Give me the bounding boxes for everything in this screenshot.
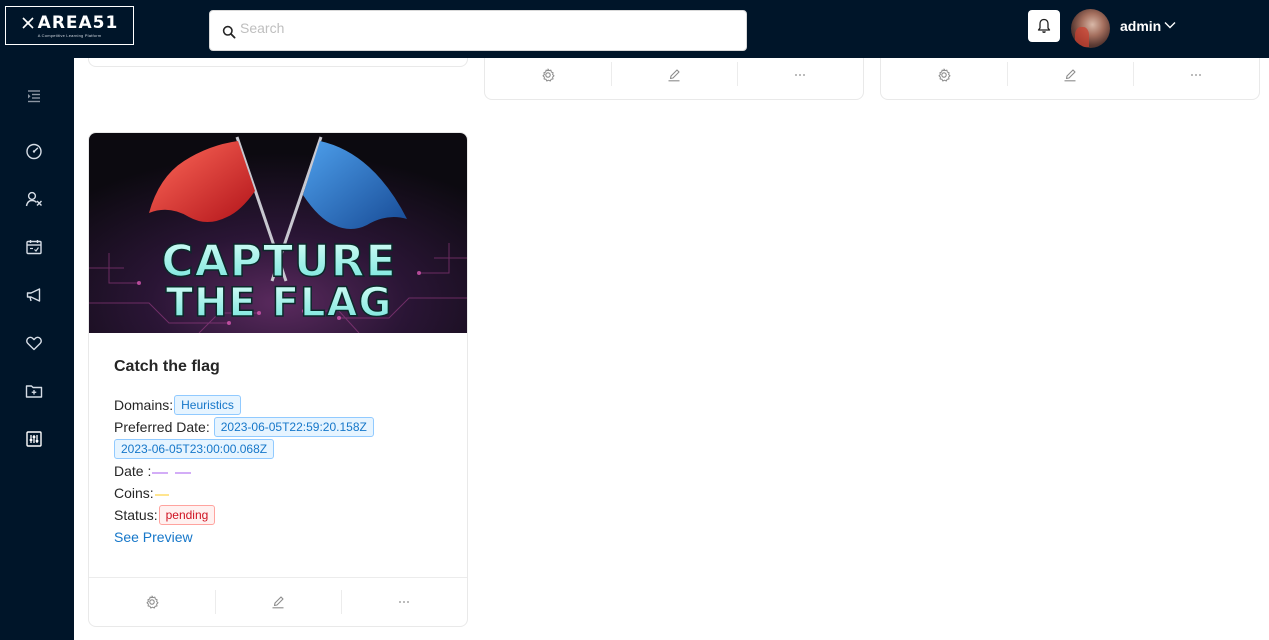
- main-content: CAPTURE THE FLAG Catch the flag Domains:…: [74, 58, 1269, 640]
- brand-tagline: A Competitive Learning Platform: [37, 32, 102, 38]
- bell-icon: [1037, 18, 1051, 33]
- card-cover-image[interactable]: CAPTURE THE FLAG: [89, 133, 468, 333]
- avatar[interactable]: [1071, 9, 1110, 48]
- gear-icon: [542, 68, 555, 81]
- card-actions: [881, 58, 1259, 99]
- date-label: Date :: [114, 463, 152, 479]
- status-row: Status: pending: [114, 504, 454, 526]
- more-button[interactable]: [341, 578, 467, 626]
- edit-icon: [272, 596, 284, 609]
- edit-button[interactable]: [215, 578, 341, 626]
- top-header: AREA51 A Competitive Learning Platform a…: [0, 0, 1269, 58]
- date-tag-empty: [175, 468, 192, 474]
- gear-icon: [938, 68, 951, 81]
- edit-icon: [1064, 68, 1076, 81]
- domains-label: Domains:: [114, 397, 174, 413]
- gear-icon: [146, 595, 159, 609]
- card-partial: [484, 58, 864, 100]
- sidebar: [0, 58, 74, 640]
- dashboard-icon[interactable]: [25, 142, 43, 160]
- preferred-date-tag: 2023-06-05T22:59:20.158Z: [213, 417, 374, 437]
- card-title: Catch the flag: [114, 358, 220, 375]
- chevron-down-icon[interactable]: [1164, 20, 1176, 30]
- announcement-icon[interactable]: [25, 286, 43, 304]
- ellipsis-icon: [399, 601, 409, 603]
- card-actions: [89, 577, 467, 626]
- coins-label: Coins:: [114, 485, 154, 501]
- user-name[interactable]: admin: [1120, 18, 1161, 34]
- preferred-date-label: Preferred Date:: [114, 419, 210, 435]
- settings-button[interactable]: [485, 58, 611, 99]
- settings-button[interactable]: [89, 578, 215, 626]
- coins-tag-empty: [154, 490, 169, 496]
- edit-button[interactable]: [1007, 58, 1133, 99]
- settings-button[interactable]: [881, 58, 1007, 99]
- card-details: Domains: Heuristics Preferred Date: 2023…: [114, 394, 454, 548]
- card-partial: [880, 58, 1260, 100]
- edit-button[interactable]: [611, 58, 737, 99]
- search-bar: [209, 10, 747, 51]
- preferred-date-row: Preferred Date: 2023-06-05T22:59:20.158Z: [114, 416, 454, 438]
- more-button[interactable]: [1133, 58, 1259, 99]
- folder-add-icon[interactable]: [25, 382, 43, 400]
- search-input[interactable]: [240, 17, 730, 39]
- see-preview-link[interactable]: See Preview: [114, 526, 193, 548]
- more-button[interactable]: [737, 58, 863, 99]
- card-partial: [88, 58, 468, 67]
- cover-title-line2: THE FLAG: [166, 280, 393, 326]
- coins-row: Coins:: [114, 482, 454, 504]
- date-row: Date :: [114, 460, 454, 482]
- event-card: CAPTURE THE FLAG Catch the flag Domains:…: [88, 132, 468, 627]
- menu-fold-icon[interactable]: [25, 87, 43, 105]
- date-tag-empty: [152, 468, 169, 474]
- users-icon[interactable]: [25, 190, 43, 208]
- preferred-date-tag: 2023-06-05T23:00:00.068Z: [114, 439, 275, 459]
- card-actions: [485, 58, 863, 99]
- domains-row: Domains: Heuristics: [114, 394, 454, 416]
- preferred-date-row-2: 2023-06-05T23:00:00.068Z: [114, 438, 454, 460]
- domain-tag: Heuristics: [174, 395, 241, 415]
- brand-name: AREA51: [37, 12, 119, 33]
- control-icon[interactable]: [25, 430, 43, 448]
- status-label: Status:: [114, 507, 158, 523]
- ellipsis-icon: [1191, 73, 1201, 76]
- search-icon: [222, 25, 236, 39]
- edit-icon: [668, 68, 680, 81]
- notifications-button[interactable]: [1028, 10, 1060, 42]
- ellipsis-icon: [795, 73, 805, 76]
- satellite-icon: [22, 16, 34, 29]
- heart-icon[interactable]: [25, 334, 43, 352]
- status-badge: pending: [158, 505, 216, 525]
- preview-row: See Preview: [114, 526, 454, 548]
- calendar-icon[interactable]: [25, 238, 43, 256]
- brand-logo[interactable]: AREA51 A Competitive Learning Platform: [5, 6, 134, 45]
- card-body: Catch the flag Domains: Heuristics Prefe…: [114, 357, 454, 548]
